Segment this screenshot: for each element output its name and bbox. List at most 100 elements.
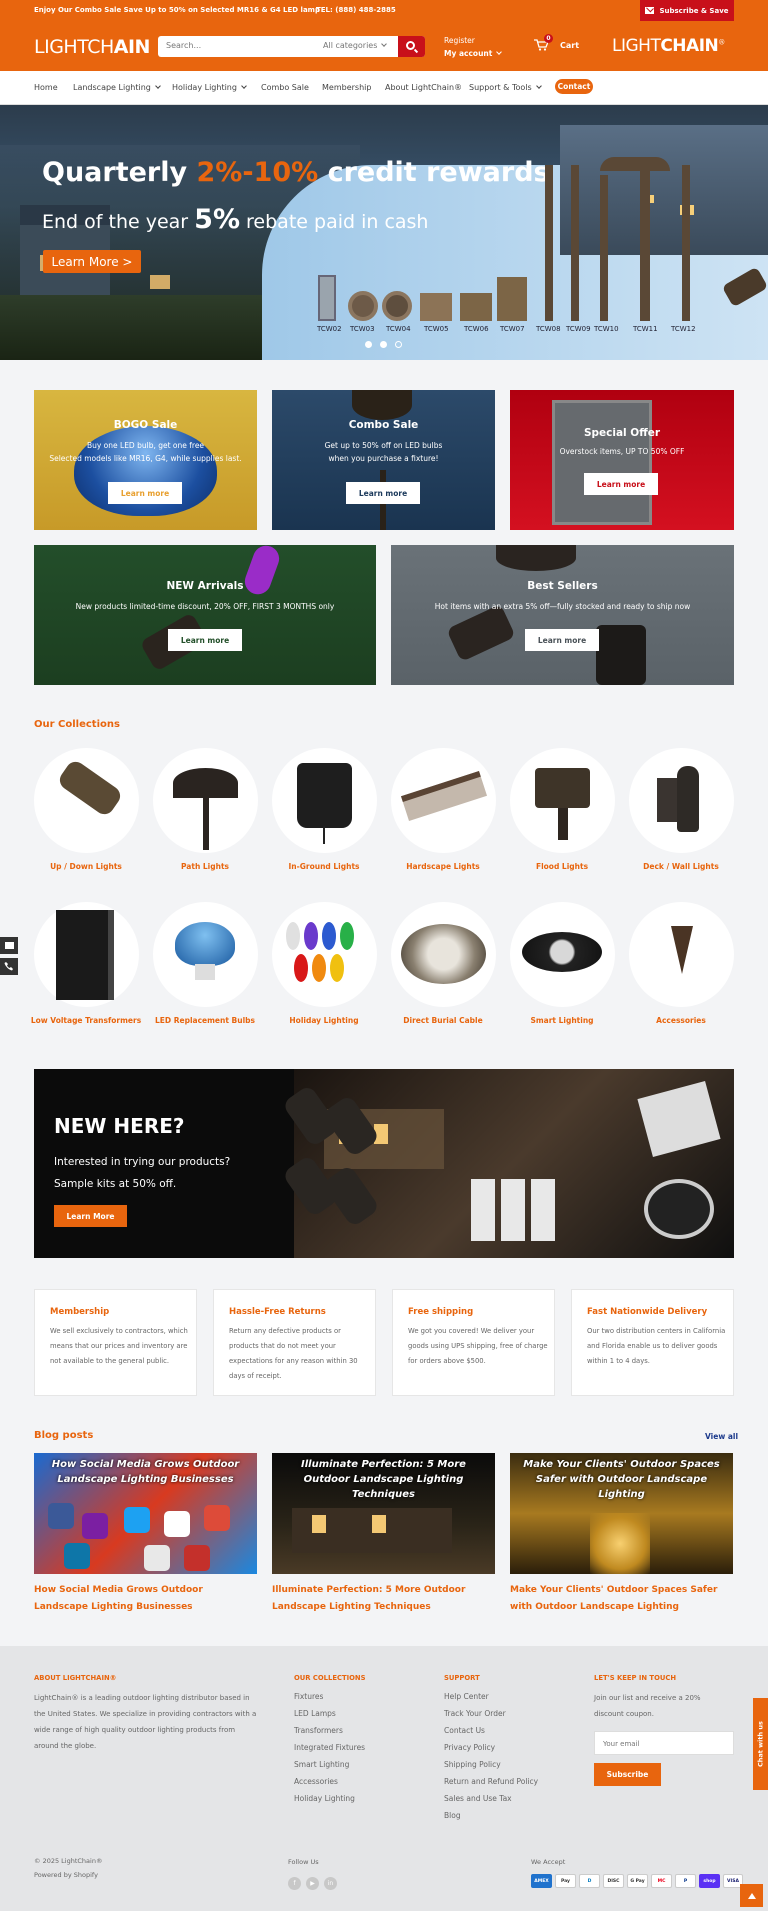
product-label: TCW02 <box>317 325 342 333</box>
promo-learn-more-button[interactable]: Learn more <box>168 629 242 651</box>
blog-image-social-media[interactable]: How Social Media Grows Outdoor Landscape… <box>34 1453 257 1574</box>
promo-title: Combo Sale <box>348 419 419 431</box>
nav-combo-sale[interactable]: Combo Sale <box>261 83 309 92</box>
product-label: TCW12 <box>671 325 696 333</box>
product-label: TCW08 <box>536 325 561 333</box>
collection-direct-burial-cable[interactable] <box>391 902 496 1007</box>
collection-hardscape-lights[interactable] <box>391 748 496 853</box>
register-link[interactable]: Register <box>444 34 501 47</box>
facebook-icon[interactable]: f <box>288 1877 301 1890</box>
nav-landscape-lighting[interactable]: Landscape Lighting <box>73 83 161 92</box>
nav-support-tools[interactable]: Support & Tools <box>469 83 542 92</box>
footer-link[interactable]: Blog <box>444 1811 461 1820</box>
promo-card-special-offer[interactable]: Special Offer Overstock items, UP TO 50%… <box>510 390 734 530</box>
search-icon <box>406 41 415 50</box>
footer-touch-text: Join our list and receive a 20% discount… <box>594 1694 701 1718</box>
carousel-dot-3[interactable] <box>395 341 402 348</box>
product-tcw12 <box>682 165 690 321</box>
newsletter-subscribe-button[interactable]: Subscribe <box>594 1763 661 1786</box>
collection-led-replacement-bulbs[interactable] <box>153 902 258 1007</box>
promo-card-combo[interactable]: Combo Sale Get up to 50% off on LED bulb… <box>272 390 495 530</box>
footer-link[interactable]: Integrated Fixtures <box>294 1743 365 1752</box>
search-input[interactable]: Search... <box>166 41 201 50</box>
feature-title: Membership <box>50 1307 110 1317</box>
hero-headline: Quarterly 2%-10% credit rewards <box>42 157 550 188</box>
collection-in-ground-lights[interactable] <box>272 748 377 853</box>
blog-post-title[interactable]: How Social Media Grows Outdoor Landscape… <box>34 1582 257 1616</box>
collection-up-down-lights[interactable] <box>34 748 139 853</box>
phone-side-tab[interactable] <box>0 958 18 975</box>
promo-card-best-sellers[interactable]: Best Sellers Hot items with an extra 5% … <box>391 545 734 685</box>
nav-about[interactable]: About LightChain® <box>385 83 462 92</box>
footer-support-heading: SUPPORT <box>444 1674 480 1682</box>
carousel-dot-1[interactable] <box>365 341 372 348</box>
promo-card-new-arrivals[interactable]: NEW Arrivals New products limited-time d… <box>34 545 376 685</box>
footer-link[interactable]: LED Lamps <box>294 1709 336 1718</box>
collection-holiday-lighting[interactable] <box>272 902 377 1007</box>
chat-with-us-tab[interactable]: Chat with us <box>753 1698 768 1790</box>
promo-title: NEW Arrivals <box>166 580 244 592</box>
search-bar: Search... All categories <box>158 36 425 57</box>
promo-learn-more-button[interactable]: Learn more <box>346 482 420 504</box>
footer-link[interactable]: Smart Lighting <box>294 1760 349 1769</box>
footer-link[interactable]: Accessories <box>294 1777 338 1786</box>
subscribe-save-button[interactable]: Subscribe & Save <box>640 0 734 21</box>
collection-path-lights[interactable] <box>153 748 258 853</box>
collection-label[interactable]: Accessories <box>611 1016 751 1025</box>
collection-flood-lights[interactable] <box>510 748 615 853</box>
footer-link[interactable]: Privacy Policy <box>444 1743 495 1752</box>
blog-post-title[interactable]: Illuminate Perfection: 5 More Outdoor La… <box>272 1582 495 1616</box>
my-account-link[interactable]: My account <box>444 47 503 60</box>
site-logo[interactable]: LIGHTCHAIN <box>34 36 150 58</box>
product-label: TCW06 <box>464 325 489 333</box>
collection-low-voltage-transformers[interactable] <box>34 902 139 1007</box>
blog-image-safer-spaces[interactable]: Make Your Clients' Outdoor Spaces Safer … <box>510 1453 733 1574</box>
footer-link[interactable]: Contact Us <box>444 1726 485 1735</box>
promo-desc: Get up to 50% off on LED bulbs <box>324 441 443 450</box>
linkedin-icon[interactable]: in <box>324 1877 337 1890</box>
nav-home[interactable]: Home <box>34 83 58 92</box>
blog-image-illuminate[interactable]: Illuminate Perfection: 5 More Outdoor La… <box>272 1453 495 1574</box>
footer-link[interactable]: Shipping Policy <box>444 1760 501 1769</box>
phone-number[interactable]: TEL: (888) 488-2885 <box>316 6 396 14</box>
hero-learn-more-button[interactable]: Learn More > <box>43 250 141 273</box>
collection-label[interactable]: Deck / Wall Lights <box>611 862 751 871</box>
view-all-link[interactable]: View all <box>705 1432 738 1441</box>
promo-learn-more-button[interactable]: Learn more <box>108 482 182 504</box>
new-here-learn-more-button[interactable]: Learn More <box>54 1205 127 1227</box>
promo-learn-more-button[interactable]: Learn more <box>584 473 658 495</box>
collection-accessories[interactable] <box>629 902 734 1007</box>
blog-post-title[interactable]: Make Your Clients' Outdoor Spaces Safer … <box>510 1582 733 1616</box>
account-menu[interactable]: Register My account <box>444 34 503 60</box>
collection-smart-lighting[interactable] <box>510 902 615 1007</box>
product-tcw05 <box>420 293 452 321</box>
footer-link[interactable]: Fixtures <box>294 1692 323 1701</box>
footer-link[interactable]: Holiday Lighting <box>294 1794 355 1803</box>
youtube-icon[interactable]: ▶ <box>306 1877 319 1890</box>
product-label: TCW03 <box>350 325 375 333</box>
carousel-dot-2[interactable] <box>380 341 387 348</box>
footer-about-text: LightChain® is a leading outdoor lightin… <box>34 1694 257 1750</box>
collection-deck-wall-lights[interactable] <box>629 748 734 853</box>
category-select[interactable]: All categories <box>323 41 388 50</box>
contact-button[interactable]: Contact <box>555 79 593 94</box>
promo-desc: Selected models like MR16, G4, while sup… <box>49 454 242 463</box>
footer-link[interactable]: Transformers <box>294 1726 343 1735</box>
promo-desc: New products limited-time discount, 20% … <box>75 602 335 611</box>
search-button[interactable] <box>398 36 425 57</box>
promo-desc: Hot items with an extra 5% off—fully sto… <box>434 602 691 611</box>
promo-card-bogo[interactable]: BOGO Sale Buy one LED bulb, get one free… <box>34 390 257 530</box>
newsletter-email-input[interactable]: Your email <box>594 1731 734 1755</box>
footer-link[interactable]: Sales and Use Tax <box>444 1794 512 1803</box>
email-side-tab[interactable] <box>0 937 18 954</box>
scroll-to-top-button[interactable] <box>740 1884 763 1907</box>
promo-title: BOGO Sale <box>113 419 178 431</box>
powered-by-link[interactable]: Powered by Shopify <box>34 1871 98 1879</box>
nav-holiday-lighting[interactable]: Holiday Lighting <box>172 83 247 92</box>
discover-icon: DISC <box>603 1874 624 1888</box>
nav-membership[interactable]: Membership <box>322 83 371 92</box>
footer-link[interactable]: Help Center <box>444 1692 489 1701</box>
footer-link[interactable]: Track Your Order <box>444 1709 506 1718</box>
footer-link[interactable]: Return and Refund Policy <box>444 1777 538 1786</box>
promo-learn-more-button[interactable]: Learn more <box>525 629 599 651</box>
